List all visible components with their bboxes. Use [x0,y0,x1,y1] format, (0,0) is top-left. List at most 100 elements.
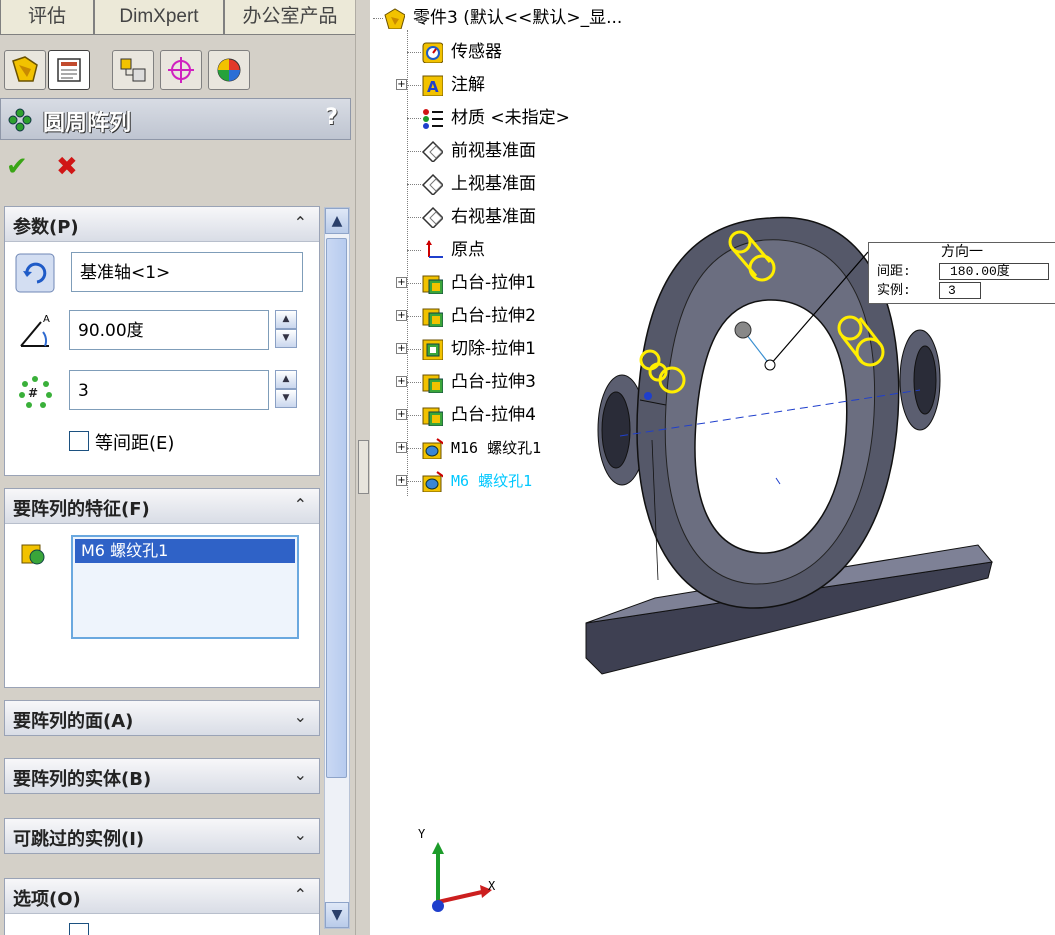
parameters-group: 参数(P) ⌃ 基准轴<1> A 90.00度 ▲ ▼ # 3 ▲ ▼ 等间距(… [4,206,320,476]
property-manager-title: 圆周阵列 [43,111,132,136]
angle-spinner[interactable]: ▲ ▼ [275,310,297,350]
expand-icon[interactable]: + [396,442,407,453]
callout-spacing-value[interactable]: 180.00度 [939,263,1049,280]
panel-splitter[interactable] [355,0,370,935]
tree-connector [407,382,421,383]
reference-triad: Y X [418,827,496,912]
ring-body [636,216,900,609]
scroll-thumb[interactable] [326,238,347,778]
scroll-up-icon[interactable]: ▲ [325,208,349,234]
triad-y-label: Y [418,827,426,841]
expand-icon[interactable]: + [396,79,407,90]
expand-icon[interactable]: + [396,343,407,354]
expand-icon[interactable]: ⌄ [294,825,307,844]
tree-connector [407,184,421,185]
collapse-icon[interactable]: ⌃ [294,885,307,904]
tree-connector [407,250,421,251]
part-icon [384,8,405,29]
parameters-group-header[interactable]: 参数(P) ⌃ [5,207,319,242]
callout-title: 方向一 [941,245,983,261]
command-manager-tabs: 评估 DimXpert 办公室产品 [0,0,355,36]
options-group-title: 选项(O) [13,889,81,910]
faces-to-pattern-group: 要阵列的面(A) ⌄ [4,700,320,736]
plane-icon [421,206,443,228]
expand-icon[interactable]: + [396,409,407,420]
svg-text:A: A [43,314,50,325]
list-item[interactable]: M6 螺纹孔1 [75,539,295,563]
annotation-icon: A [422,75,443,96]
pattern-axis-field[interactable]: 基准轴<1> [71,252,303,292]
angle-icon: A [20,314,50,347]
configuration-manager-tab[interactable] [112,50,154,90]
spin-down-icon[interactable]: ▼ [275,389,297,408]
tree-item-label: 切除-拉伸1 [451,339,536,359]
hole-wizard-icon [422,438,443,459]
callout-instances-value[interactable]: 3 [939,282,981,299]
tree-item-label: 上视基准面 [451,174,536,194]
cut-extrude-icon [422,339,443,360]
pattern-callout[interactable]: 方向一 间距: 180.00度 实例: 3 [868,242,1055,304]
property-manager-tab[interactable] [48,50,90,90]
right-boss [899,329,941,431]
faces-group-header[interactable]: 要阵列的面(A) ⌄ [5,701,319,735]
options-checkbox[interactable] [69,923,89,935]
hole-wizard-icon [422,471,443,492]
tree-item-label: 前视基准面 [451,141,536,161]
triad-x-label: X [488,879,496,893]
vertical-scrollbar[interactable]: ▲ ▼ [324,207,350,929]
bodies-group-header[interactable]: 要阵列的实体(B) ⌄ [5,759,319,793]
feature-manager-tab[interactable] [4,50,46,90]
expand-icon[interactable]: ⌄ [294,765,307,784]
expand-icon[interactable]: + [396,277,407,288]
expand-icon[interactable]: + [396,376,407,387]
tab-evaluate[interactable]: 评估 [0,0,94,35]
tab-office-products[interactable]: 办公室产品 [224,0,355,35]
instances-to-skip-group: 可跳过的实例(I) ⌄ [4,818,320,854]
skip-group-header[interactable]: 可跳过的实例(I) ⌄ [5,819,319,853]
expand-icon[interactable]: + [396,310,407,321]
property-manager-icon [57,58,81,82]
instances-field[interactable]: 3 [69,370,269,410]
collapse-icon[interactable]: ⌃ [294,495,307,514]
parameters-group-title: 参数(P) [13,217,79,238]
tree-item-label: 右视基准面 [451,207,536,227]
equal-spacing-label: 等间距(E) [95,433,175,454]
expand-icon[interactable]: ⌄ [294,707,307,726]
splitter-grip-icon[interactable] [358,440,369,494]
bodies-group-title: 要阵列的实体(B) [13,769,152,790]
boss-extrude-icon [422,374,443,393]
instances-spinner[interactable]: ▲ ▼ [275,370,297,410]
tree-item-label: 材质 <未指定> [451,108,570,128]
tree-item-label: 注解 [451,75,485,95]
spin-up-icon[interactable]: ▲ [275,310,297,329]
tree-root-label: 零件3 (默认<<默认>_显... [413,8,623,28]
tab-dimxpert[interactable]: DimXpert [94,0,224,35]
tree-connector [407,349,421,350]
features-list[interactable]: M6 螺纹孔1 [71,535,299,639]
property-manager-title-bar: 圆周阵列 ? [0,98,351,140]
dimxpert-manager-tab[interactable] [160,50,202,90]
cancel-button[interactable]: ✖ [56,152,78,182]
svg-text:#: # [28,386,38,400]
display-manager-tab[interactable] [208,50,250,90]
spin-down-icon[interactable]: ▼ [275,329,297,348]
angle-field[interactable]: 90.00度 [69,310,269,350]
spin-up-icon[interactable]: ▲ [275,370,297,389]
tree-connector [407,283,421,284]
help-icon[interactable]: ? [325,105,338,130]
tree-item-label: 凸台-拉伸1 [451,273,536,293]
tree-connector [407,217,421,218]
expand-icon[interactable]: + [396,475,407,486]
tree-item-label: M6 螺纹孔1 [451,472,533,490]
options-group-header[interactable]: 选项(O) ⌃ [5,879,319,914]
tree-connector [407,52,421,53]
plane-icon [421,173,443,195]
features-group-header[interactable]: 要阵列的特征(F) ⌃ [5,489,319,524]
collapse-icon[interactable]: ⌃ [294,213,307,232]
equal-spacing-checkbox[interactable] [69,431,89,451]
tree-item-label: 凸台-拉伸4 [451,405,536,425]
faces-group-title: 要阵列的面(A) [13,711,134,732]
ok-button[interactable]: ✔ [6,152,28,182]
tree-connector [407,481,421,482]
scroll-down-icon[interactable]: ▼ [325,902,349,928]
